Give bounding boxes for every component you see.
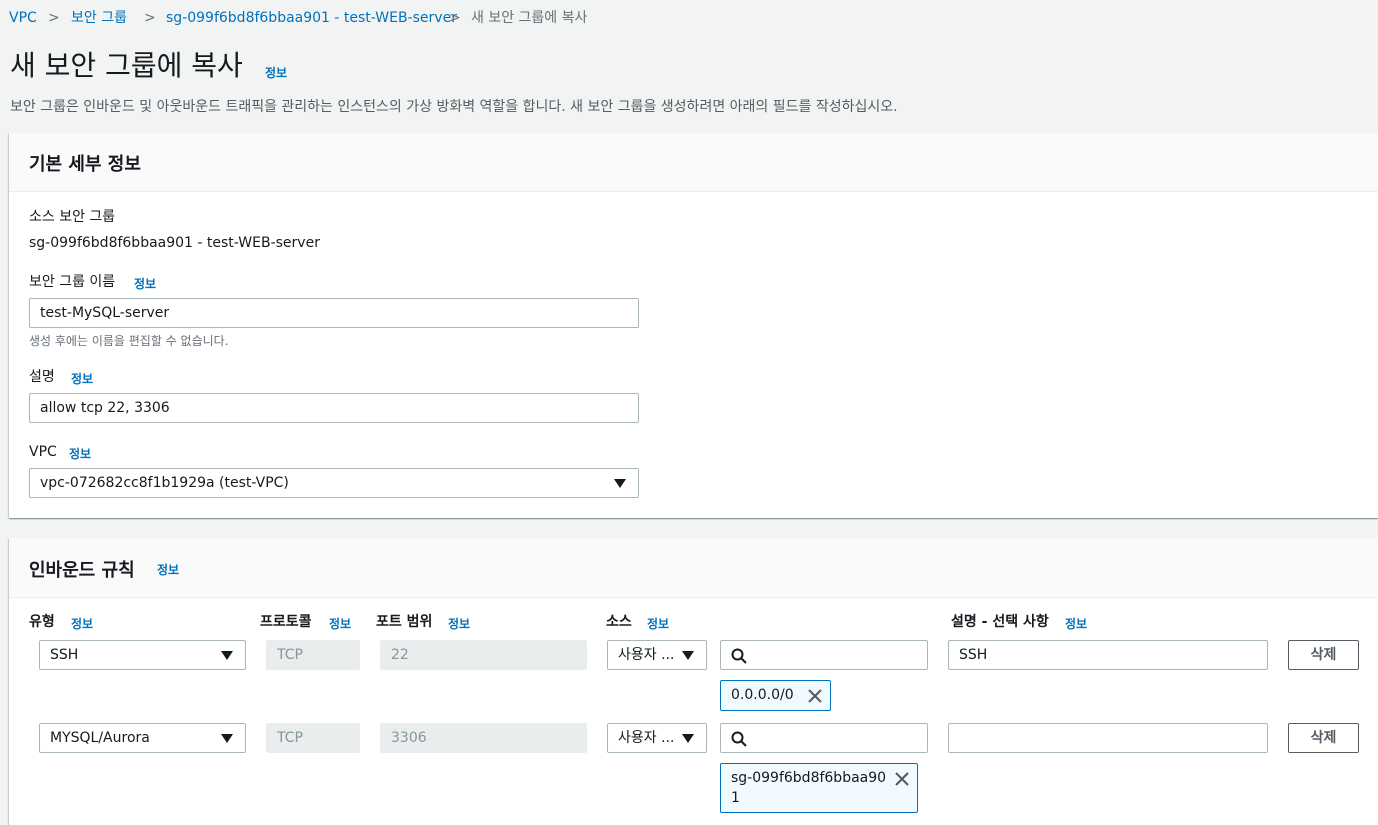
group-name-hint: 생성 후에는 이름을 편집할 수 없습니다.	[29, 334, 229, 348]
source-group-label: 소스 보안 그룹	[29, 209, 116, 225]
page-description: 보안 그룹은 인바운드 및 아웃바운드 트래픽을 관리하는 인스턴스의 가상 방…	[10, 99, 898, 115]
breadcrumb-vpc[interactable]: VPC	[9, 8, 37, 28]
source-group-value: sg-099f6bd8f6bbaa901 - test-WEB-server	[29, 235, 320, 251]
group-name-input[interactable]: test-MySQL-server	[29, 298, 639, 328]
rule-source-search-input[interactable]	[720, 723, 928, 753]
vpc-select[interactable]: vpc-072682cc8f1b1929a (test-VPC)	[29, 468, 639, 498]
chevron-down-icon	[682, 734, 694, 743]
column-header-description: 설명 - 선택 사항	[951, 614, 1049, 630]
column-header-source: 소스	[606, 614, 632, 630]
delete-rule-button[interactable]: 삭제	[1288, 640, 1359, 670]
vpc-select-value: vpc-072682cc8f1b1929a (test-VPC)	[40, 475, 289, 491]
breadcrumb-separator: >	[48, 10, 60, 26]
breadcrumb-security-groups[interactable]: 보안 그룹	[71, 8, 127, 28]
rule-protocol-field: TCP	[266, 723, 360, 753]
rule-description-input[interactable]: SSH	[948, 640, 1268, 670]
source-info-link[interactable]: 정보	[647, 615, 669, 632]
description-input[interactable]: allow tcp 22, 3306	[29, 393, 639, 423]
protocol-info-link[interactable]: 정보	[329, 615, 351, 632]
source-token-label-line2: 1	[731, 790, 740, 806]
breadcrumb-source-group[interactable]: sg-099f6bd8f6bbaa901 - test-WEB-server	[166, 8, 457, 28]
description-label: 설명	[29, 369, 55, 385]
group-name-label: 보안 그룹 이름	[29, 274, 116, 290]
rule-protocol-field: TCP	[266, 640, 360, 670]
rule-type-value: SSH	[50, 647, 79, 663]
search-icon	[731, 731, 747, 747]
description-info-link[interactable]: 정보	[1065, 615, 1087, 632]
column-header-protocol: 프로토콜	[260, 614, 312, 630]
vpc-info-link[interactable]: 정보	[69, 445, 91, 462]
rule-type-select[interactable]: SSH	[39, 640, 246, 670]
rule-type-select[interactable]: MYSQL/Aurora	[39, 723, 246, 753]
type-info-link[interactable]: 정보	[71, 615, 93, 632]
inbound-info-link[interactable]: 정보	[157, 561, 179, 578]
inbound-rules-panel: 인바운드 규칙 정보 유형 정보 프로토콜 정보 포트 범위 정보 소스 정보 …	[9, 538, 1378, 825]
source-token-label-line1: sg-099f6bd8f6bbaa90	[731, 770, 887, 786]
inbound-rules-header: 인바운드 규칙 정보	[9, 538, 1378, 598]
column-header-port-range: 포트 범위	[376, 614, 433, 630]
basic-details-panel: 기본 세부 정보 소스 보안 그룹 sg-099f6bd8f6bbaa901 -…	[9, 133, 1378, 518]
chevron-down-icon	[221, 651, 233, 660]
breadcrumb-separator: >	[144, 10, 156, 26]
page-title: 새 보안 그룹에 복사	[10, 49, 243, 82]
breadcrumb-separator: >	[449, 10, 461, 26]
chevron-down-icon	[221, 734, 233, 743]
description-info-link[interactable]: 정보	[71, 370, 93, 387]
column-header-type: 유형	[29, 614, 55, 630]
source-token-label: 0.0.0.0/0	[731, 687, 794, 703]
rule-port-field: 3306	[380, 723, 587, 753]
rule-source-type-value: 사용자 ...	[618, 647, 675, 663]
chevron-down-icon	[682, 651, 694, 660]
close-icon[interactable]	[808, 689, 822, 703]
rule-type-value: MYSQL/Aurora	[50, 730, 150, 746]
chevron-down-icon	[614, 479, 626, 488]
rule-port-field: 22	[380, 640, 587, 670]
port-info-link[interactable]: 정보	[448, 615, 470, 632]
page-info-link[interactable]: 정보	[265, 64, 287, 81]
delete-rule-button[interactable]: 삭제	[1288, 723, 1359, 753]
group-name-info-link[interactable]: 정보	[134, 275, 156, 292]
basic-details-header: 기본 세부 정보	[9, 133, 1378, 192]
breadcrumb-current: 새 보안 그룹에 복사	[471, 10, 588, 26]
rule-description-input[interactable]	[948, 723, 1268, 753]
search-icon	[731, 648, 747, 664]
source-token: sg-099f6bd8f6bbaa90 1	[720, 763, 918, 813]
vpc-label: VPC	[29, 444, 57, 460]
close-icon[interactable]	[895, 772, 909, 786]
rule-source-search-input[interactable]	[720, 640, 928, 670]
inbound-rules-title: 인바운드 규칙	[29, 560, 135, 581]
rule-source-type-value: 사용자 ...	[618, 730, 675, 746]
basic-details-title: 기본 세부 정보	[29, 154, 141, 175]
